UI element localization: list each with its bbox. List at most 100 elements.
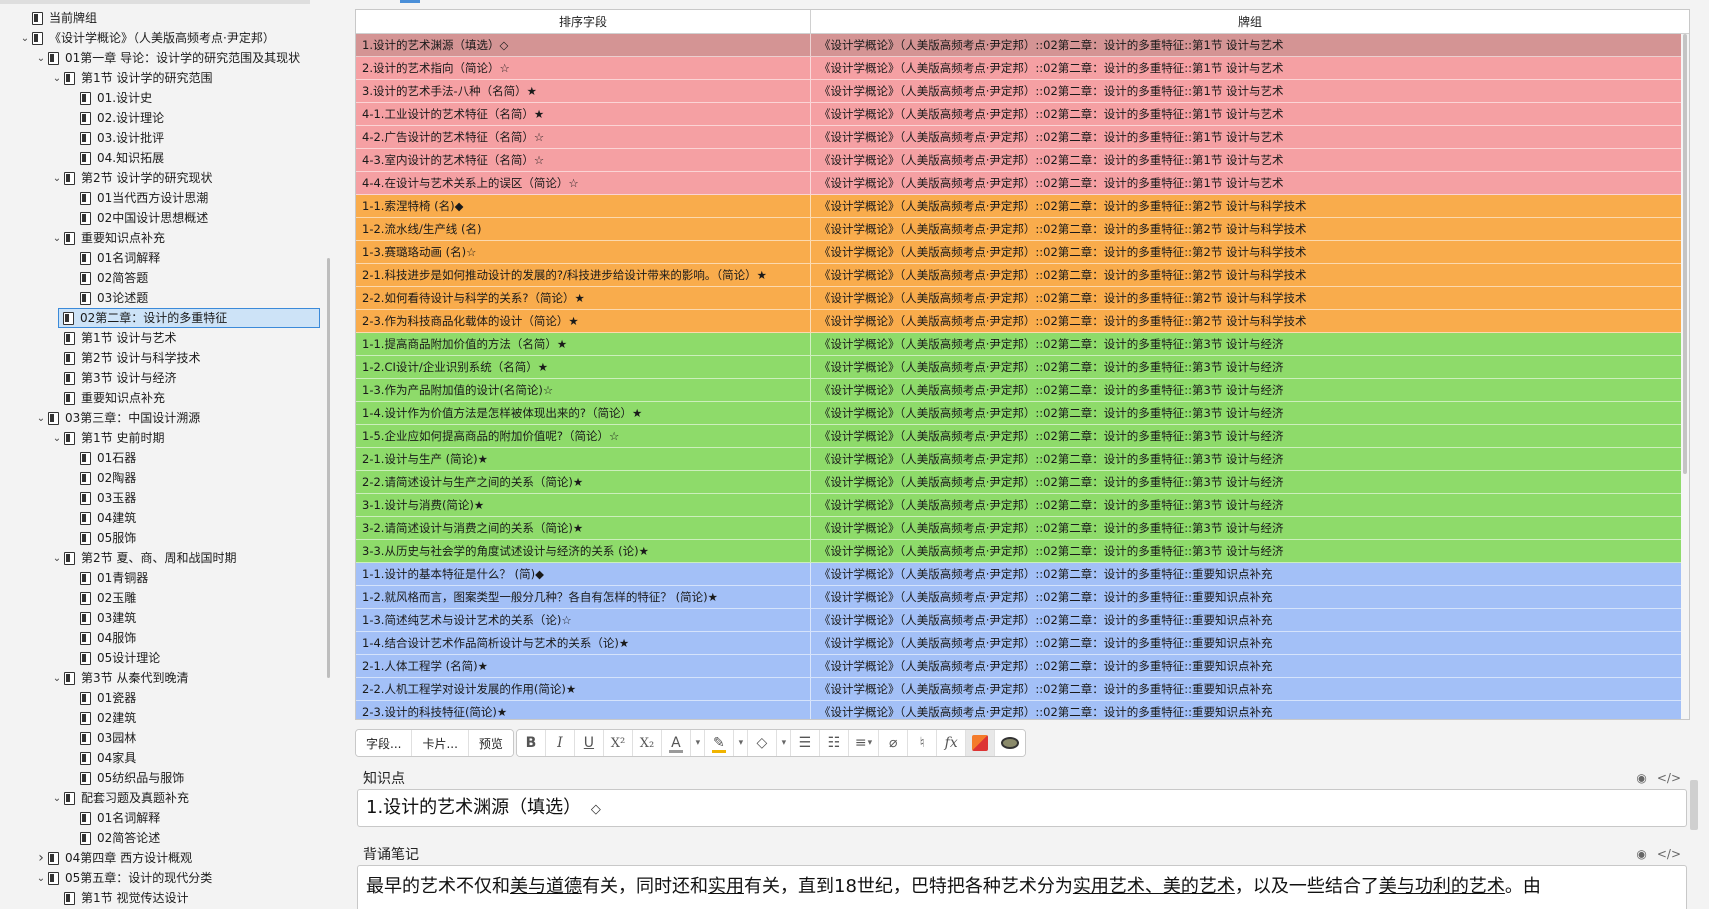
image-occlusion-button[interactable] [966,730,996,756]
table-row[interactable]: 3-3.从历史与社会学的角度试述设计与经济的关系 (论)★ 《设计学概论》（人美版… [356,540,1689,563]
table-row[interactable]: 4-1.工业设计的艺术特征（名简）★ 《设计学概论》（人美版高频考点·尹定邦）::… [356,103,1689,126]
table-row[interactable]: 1-1.索涅特椅 (名)◆ 《设计学概论》（人美版高频考点·尹定邦）::02第二章… [356,195,1689,218]
table-scrollbar[interactable] [1681,34,1689,719]
sidebar-item[interactable]: 02中国设计思想概述 [0,208,208,228]
table-row[interactable]: 2-1.设计与生产 (简论)★ 《设计学概论》（人美版高频考点·尹定邦）::02第… [356,448,1689,471]
sidebar-item[interactable]: ⌄ 01第一章 导论：设计学的研究范围及其现状 [0,48,300,68]
highlight-button[interactable]: ✎ [704,730,734,756]
sidebar-item[interactable]: 01名词解释 [0,808,160,828]
table-row[interactable]: 1-1.设计的基本特征是什么？ (简)◆ 《设计学概论》（人美版高频考点·尹定邦）… [356,563,1689,586]
chevron-right-icon[interactable]: › [34,850,48,866]
table-row[interactable]: 1-3.简述纯艺术与设计艺术的关系（论)☆ 《设计学概论》（人美版高频考点·尹定邦… [356,609,1689,632]
table-row[interactable]: 1-5.企业应如何提高商品的附加价值呢?（简论）☆ 《设计学概论》（人美版高频考点… [356,425,1689,448]
sidebar-item[interactable]: 03园林 [0,728,136,748]
eraser-dropdown[interactable]: ▾ [776,730,791,756]
chevron-down-icon[interactable]: ⌄ [50,173,64,184]
sidebar-item[interactable]: ⌄ 第2节 设计学的研究现状 [0,168,213,188]
field-editor-input[interactable]: 1.设计的艺术渊源（填选） ◇ [357,789,1687,827]
bold-button[interactable]: B [516,730,546,756]
table-row[interactable]: 1.设计的艺术渊源（填选）◇ 《设计学概论》（人美版高频考点·尹定邦）::02第二… [356,34,1689,57]
bullet-list-button[interactable]: ☰ [790,730,820,756]
table-row[interactable]: 1-2.就风格而言，图案类型一般分几种？各自有怎样的特征？ (简论)★ 《设计学概… [356,586,1689,609]
chevron-down-icon[interactable]: ⌄ [50,233,64,244]
sidebar-item[interactable]: 04.知识拓展 [0,148,164,168]
chevron-down-icon[interactable]: ⌄ [50,673,64,684]
table-row[interactable]: 1-3.赛璐珞动画 (名)☆ 《设计学概论》（人美版高频考点·尹定邦）::02第二… [356,241,1689,264]
table-row[interactable]: 2-2.人机工程学对设计发展的作用(简论)★ 《设计学概论》（人美版高频考点·尹定… [356,678,1689,701]
sidebar-item[interactable]: › 04第四章 西方设计概观 [0,848,192,868]
chevron-down-icon[interactable]: ⌄ [34,53,48,64]
table-row[interactable]: 2-2.请简述设计与生产之间的关系（简论)★ 《设计学概论》（人美版高频考点·尹定… [356,471,1689,494]
sidebar-item[interactable]: 当前牌组 [0,8,97,28]
sidebar-item[interactable]: 01石器 [0,448,136,468]
text-color-dropdown[interactable]: ▾ [690,730,705,756]
table-row[interactable]: 4-3.室内设计的艺术特征（名简）☆ 《设计学概论》（人美版高频考点·尹定邦）::… [356,149,1689,172]
sidebar-item[interactable]: ⌄ 05第五章：设计的现代分类 [0,868,212,888]
sidebar-item[interactable]: 02建筑 [0,708,136,728]
numbered-list-button[interactable]: ☷ [819,730,849,756]
sidebar-item[interactable]: ⌄ 重要知识点补充 [0,228,165,248]
sidebar-item[interactable]: 03论述题 [0,288,148,308]
sidebar-item[interactable]: 03建筑 [0,608,136,628]
sidebar-item[interactable]: 05设计理论 [0,648,160,668]
table-row[interactable]: 3-2.请简述设计与消费之间的关系（简论)★ 《设计学概论》（人美版高频考点·尹定… [356,517,1689,540]
sidebar-item[interactable]: 02简答论述 [0,828,160,848]
sidebar-item[interactable]: 05服饰 [0,528,136,548]
table-row[interactable]: 2-1.人体工程学 (名简)★ 《设计学概论》（人美版高频考点·尹定邦）::02第… [356,655,1689,678]
sidebar-item[interactable]: 04家具 [0,748,136,768]
table-row[interactable]: 1-4.结合设计艺术作品简析设计与艺术的关系（论)★ 《设计学概论》（人美版高频考… [356,632,1689,655]
table-row[interactable]: 3-1.设计与消费(简论)★ 《设计学概论》（人美版高频考点·尹定邦）::02第二… [356,494,1689,517]
underline-button[interactable]: U [574,730,604,756]
sidebar-item[interactable]: 第1节 设计与艺术 [0,328,176,348]
sidebar-item[interactable]: ⌄ 03第三章：中国设计溯源 [0,408,200,428]
table-row[interactable]: 1-4.设计作为价值方法是怎样被体现出来的?（简论）★ 《设计学概论》（人美版高频… [356,402,1689,425]
table-row[interactable]: 3.设计的艺术手法-八种（名简）★ 《设计学概论》（人美版高频考点·尹定邦）::0… [356,80,1689,103]
chevron-down-icon[interactable]: ⌄ [50,73,64,84]
chevron-down-icon[interactable]: ⌄ [18,33,32,44]
sidebar-item[interactable]: ⌄ 第1节 史前时期 [0,428,165,448]
sidebar-item[interactable]: ⌄ 配套习题及真题补充 [0,788,189,808]
sidebar-item[interactable]: 01当代西方设计思潮 [0,188,208,208]
plugin-button[interactable] [995,730,1026,756]
sidebar-item[interactable]: 02玉雕 [0,588,136,608]
table-row[interactable]: 1-2.流水线/生产线 (名) 《设计学概论》（人美版高频考点·尹定邦）::02第… [356,218,1689,241]
sidebar-item[interactable]: 02第二章：设计的多重特征 [58,308,320,328]
field-editor-input[interactable]: 最早的艺术不仅和美与道德有关，同时还和实用有关，直到18世纪，巴特把各种艺术分为… [357,865,1687,909]
record-button[interactable]: ♮ [908,730,938,756]
table-row[interactable]: 2.设计的艺术指向（简论）☆ 《设计学概论》（人美版高频考点·尹定邦）::02第二… [356,57,1689,80]
editor-scrollbar[interactable] [1690,780,1698,830]
sidebar-item[interactable]: 第2节 设计与科学技术 [0,348,200,368]
fields-button[interactable]: 字段... [356,730,413,756]
eye-icon[interactable]: ◉ [1636,771,1646,785]
preview-button[interactable]: 预览 [468,730,513,756]
chevron-down-icon[interactable]: ⌄ [50,553,64,564]
sidebar-item[interactable]: 03玉器 [0,488,136,508]
table-row[interactable]: 4-4.在设计与艺术关系上的误区（简论）☆ 《设计学概论》（人美版高频考点·尹定邦… [356,172,1689,195]
html-editor-icon[interactable]: </> [1657,847,1681,861]
sidebar-item[interactable]: ⌄ 《设计学概论》（人美版高频考点·尹定邦） [0,28,275,48]
sidebar-scrollbar[interactable] [327,258,330,678]
superscript-button[interactable]: X² [603,730,633,756]
sidebar-item[interactable]: ⌄ 第1节 设计学的研究范围 [0,68,213,88]
math-button[interactable]: fx [937,730,967,756]
chevron-down-icon[interactable]: ⌄ [50,793,64,804]
chevron-down-icon[interactable]: ⌄ [34,873,48,884]
sidebar-item[interactable]: 01.设计史 [0,88,152,108]
sidebar-item[interactable]: 04服饰 [0,628,136,648]
italic-button[interactable]: I [545,730,575,756]
subscript-button[interactable]: X₂ [632,730,662,756]
table-row[interactable]: 2-2.如何看待设计与科学的关系?（简论）★ 《设计学概论》（人美版高频考点·尹定… [356,287,1689,310]
column-header-sort-field[interactable]: 排序字段 [356,10,811,34]
sidebar-item[interactable]: 重要知识点补充 [0,388,165,408]
sidebar-item[interactable]: 01瓷器 [0,688,136,708]
table-row[interactable]: 2-1.科技进步是如何推动设计的发展的?/科技进步给设计带来的影响。（简论）★ 《… [356,264,1689,287]
sidebar-item[interactable]: 02简答题 [0,268,148,288]
sidebar-item[interactable]: 02陶器 [0,468,136,488]
sidebar-item[interactable]: 01名词解释 [0,248,160,268]
highlight-dropdown[interactable]: ▾ [733,730,748,756]
table-row[interactable]: 1-3.作为产品附加值的设计(名简论)☆ 《设计学概论》（人美版高频考点·尹定邦）… [356,379,1689,402]
align-button[interactable]: ≡ ▾ [848,730,880,756]
sidebar-item[interactable]: 02.设计理论 [0,108,164,128]
sidebar-item[interactable]: 第1节 视觉传达设计 [0,888,188,908]
column-header-deck[interactable]: 牌组 [811,10,1689,34]
